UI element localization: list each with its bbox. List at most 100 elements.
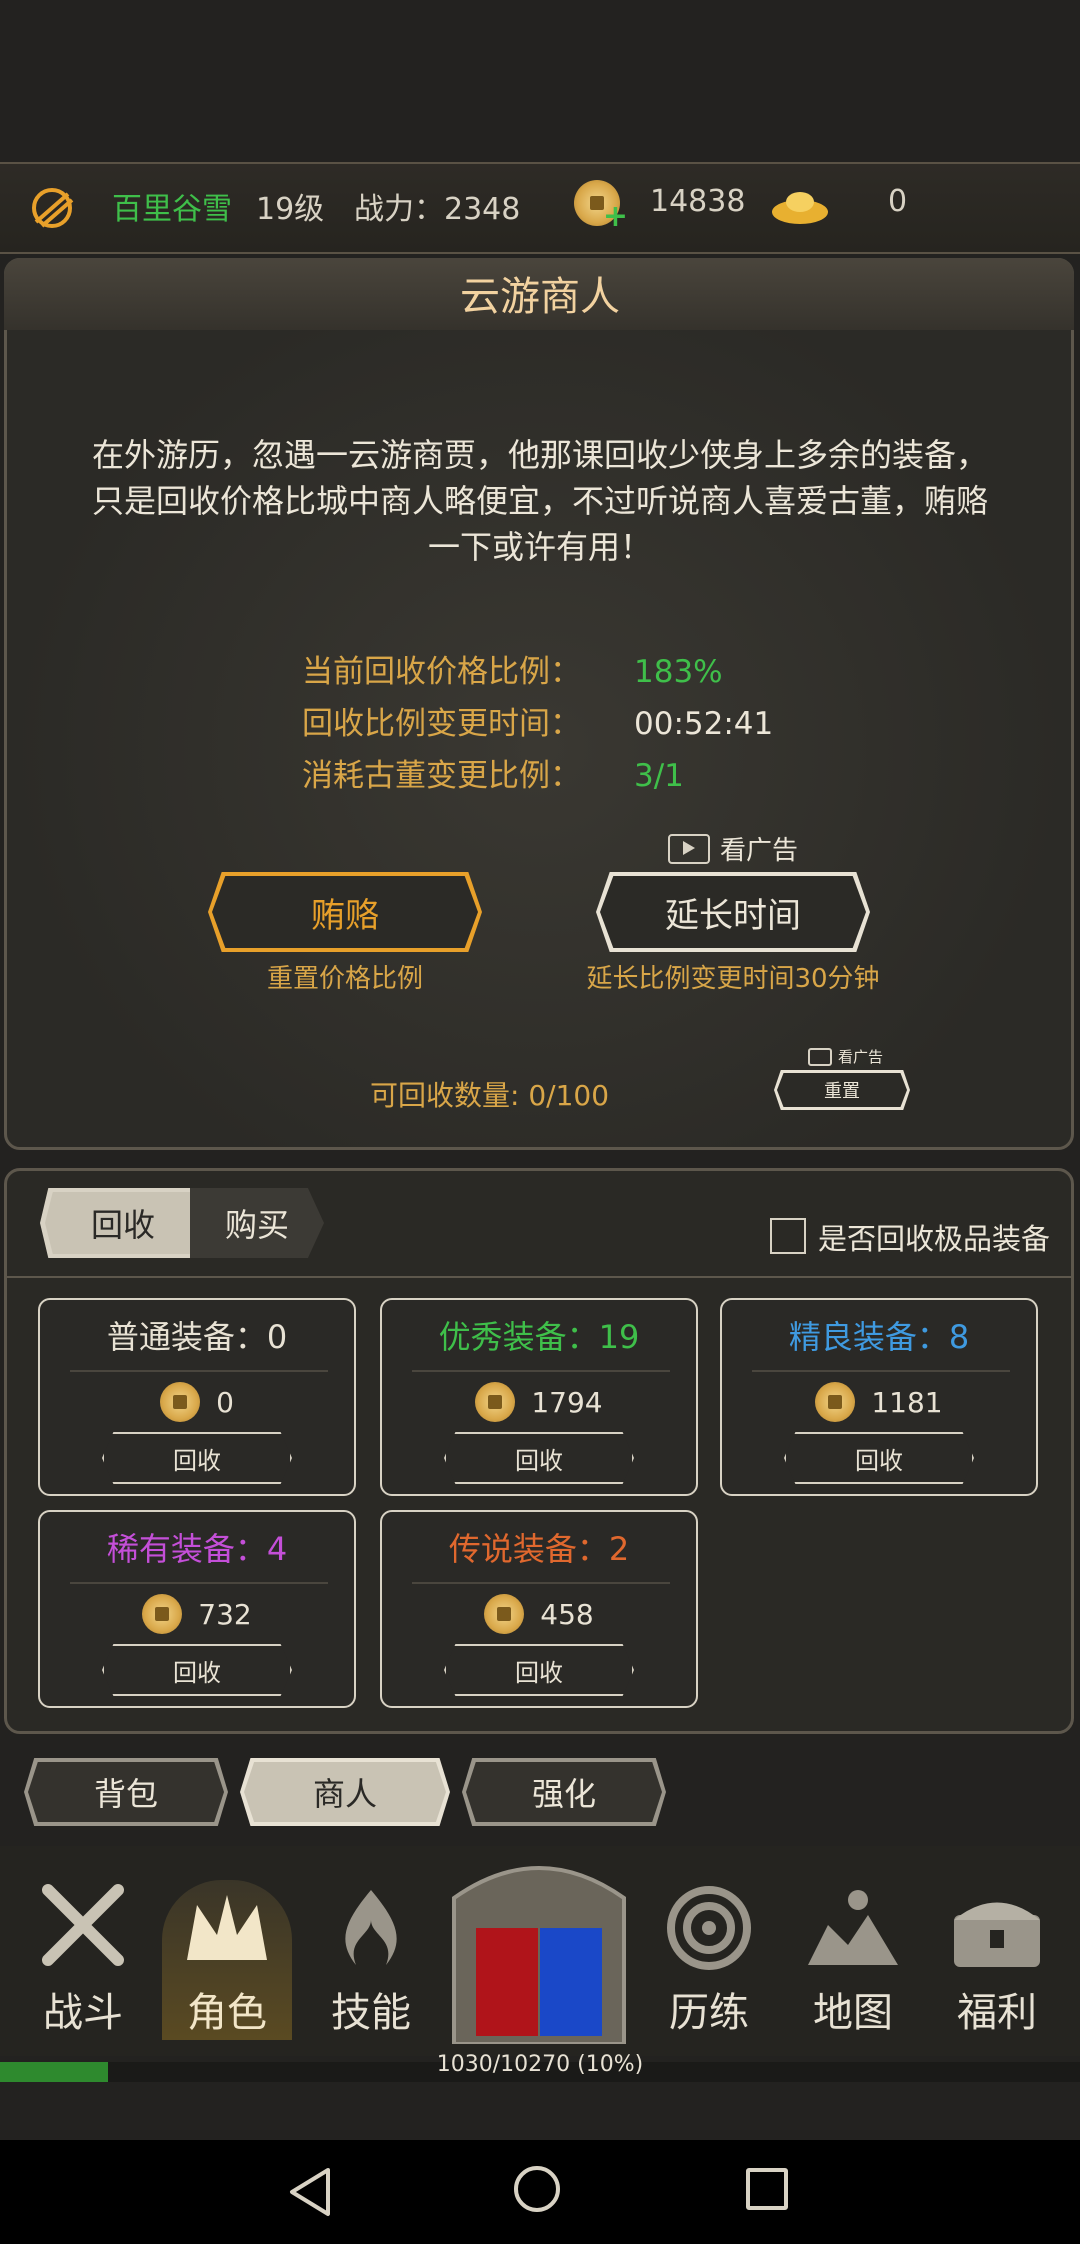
flame-icon [345,1890,397,1965]
recycle-button-label: 回收 [173,1658,221,1687]
card-value: 458 [540,1597,594,1631]
extend-time-label: 延长时间 [665,895,801,936]
watch-ad-hint: 看广告 [668,830,798,867]
subtab-enhance[interactable]: 强化 [462,1758,666,1826]
reset-label: 重置 [824,1081,860,1102]
portal-icon[interactable] [444,1848,634,2046]
nav-welfare-label: 福利 [957,1990,1037,2036]
subtab-bag-label: 背包 [93,1775,158,1813]
card-value: 1181 [871,1385,943,1419]
tab-recycle-label: 回收 [90,1206,155,1244]
subtab-merchant-label: 商人 [312,1775,377,1813]
stats-labels: 当前回收价格比例： 回收比例变更时间： 消耗古董变更比例： [302,646,581,802]
crossed-swords-icon [42,1884,124,1966]
stat-label-price-ratio: 当前回收价格比例： [302,654,581,690]
card-title: 稀有装备：4 [106,1530,288,1568]
description-line-3: 一下或许有用！ [427,528,652,566]
crown-icon [187,1895,267,1960]
stat-label-change-time: 回收比例变更时间： [302,706,581,742]
recents-icon[interactable] [746,2168,788,2210]
coin-icon [484,1594,525,1634]
divider [4,1276,1074,1278]
ingot-icon [770,182,830,226]
home-icon[interactable] [514,2166,560,2212]
treasure-chest-icon [954,1902,1040,1967]
description-line-1: 在外游历，忽遇一云游商贾，他那课回收少侠身上多余的装备， [91,436,988,474]
small-watch-ad-hint: 看广告 [808,1046,883,1067]
recycle-button[interactable]: 回收 [444,1644,634,1696]
coin-icon [815,1382,856,1422]
card-value: 0 [216,1385,234,1419]
nav-welfare[interactable]: 福利 [932,1880,1062,2040]
recycle-button[interactable]: 回收 [102,1432,292,1484]
stat-value-price-ratio: 183% [634,654,723,690]
map-icon [808,1890,898,1965]
nav-battle[interactable]: 战斗 [18,1880,148,2040]
bribe-button[interactable]: 贿赂 [208,872,482,952]
video-icon [668,833,710,864]
recyclable-count: 可回收数量: 0/100 [370,1079,610,1112]
player-name: 百里谷雪 [112,192,232,227]
ingot-count: 0 [888,184,908,219]
recycle-button-label: 回收 [855,1446,903,1475]
card-value: 1794 [531,1385,603,1419]
swirl-icon [667,1886,751,1970]
card-title: 精良装备：8 [788,1318,970,1356]
player-level: 19级 [256,192,325,227]
subtab-merchant[interactable]: 商人 [240,1758,450,1826]
recycle-button[interactable]: 回收 [784,1432,974,1484]
premium-recycle-checkbox[interactable] [770,1218,806,1254]
card-title: 优秀装备：19 [438,1318,640,1356]
back-icon[interactable] [284,2164,336,2224]
card-common: 普通装备：0 0 回收 [38,1298,356,1496]
recycle-button[interactable]: 回收 [102,1644,292,1696]
status-area [0,0,1080,162]
premium-recycle-label: 是否回收极品装备 [818,1222,1051,1256]
stats-values: 183% 00:52:41 3/1 [634,646,773,802]
logo-icon [26,182,78,234]
coin-add-icon[interactable]: + [574,180,628,234]
stat-value-antique-ratio: 3/1 [634,758,684,794]
panel-title: 云游商人 [460,274,620,320]
subtab-bag[interactable]: 背包 [24,1758,228,1826]
nav-character-label: 角色 [187,1990,267,2036]
nav-skills-label: 技能 [331,1990,411,2036]
card-legendary: 传说装备：2 458 回收 [380,1510,698,1708]
nav-training[interactable]: 历练 [644,1880,774,2040]
recycle-button-label: 回收 [515,1658,563,1687]
exp-text: 1030/10270 (10%) [436,2052,644,2077]
tab-buy[interactable]: 购买 [190,1188,324,1258]
card-excellent: 优秀装备：19 1794 回收 [380,1298,698,1496]
reset-button[interactable]: 重置 [774,1070,910,1110]
coin-count: 14838 [650,184,746,219]
recycle-button[interactable]: 回收 [444,1432,634,1484]
extend-time-description: 延长比例变更时间30分钟 [586,964,880,994]
card-title: 普通装备：0 [106,1318,288,1356]
subtab-enhance-label: 强化 [531,1775,596,1813]
card-rare: 稀有装备：4 732 回收 [38,1510,356,1708]
small-watch-ad-label: 看广告 [838,1048,884,1066]
bribe-label: 贿赂 [311,895,379,936]
small-video-icon [808,1047,832,1066]
stat-label-antique-ratio: 消耗古董变更比例： [302,758,581,794]
recycle-button-label: 回收 [515,1446,563,1475]
tab-buy-label: 购买 [224,1206,289,1244]
nav-map[interactable]: 地图 [788,1880,918,2040]
card-fine: 精良装备：8 1181 回收 [720,1298,1038,1496]
card-value: 732 [198,1597,252,1631]
recycle-button-label: 回收 [173,1446,221,1475]
nav-skills[interactable]: 技能 [306,1880,436,2040]
power-value: 战力：2348 [354,192,521,227]
bribe-description: 重置价格比例 [266,964,423,994]
coin-icon [142,1594,183,1634]
watch-ad-label: 看广告 [720,836,799,866]
nav-battle-label: 战斗 [43,1990,123,2036]
extend-time-button[interactable]: 延长时间 [596,872,870,952]
nav-map-label: 地图 [813,1990,893,2036]
nav-character[interactable]: 角色 [162,1880,292,2040]
description-line-2: 只是回收价格比城中商人略便宜，不过听说商人喜爱古董，贿赂 [91,482,988,520]
coin-icon [475,1382,516,1422]
tab-recycle[interactable]: 回收 [40,1188,206,1258]
stat-value-change-time: 00:52:41 [634,706,774,742]
nav-training-label: 历练 [669,1990,749,2036]
